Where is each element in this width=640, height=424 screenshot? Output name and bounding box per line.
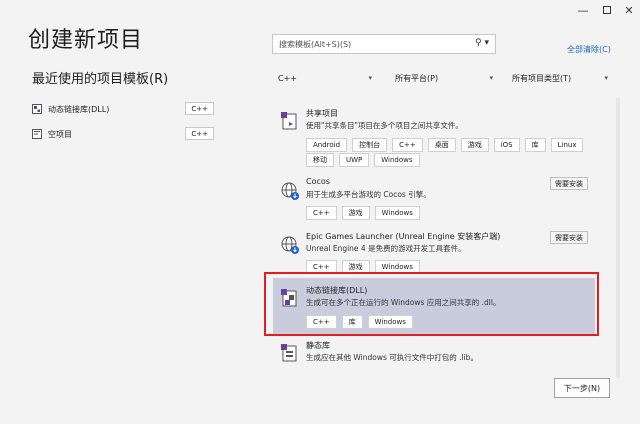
template-name: 静态库 [306,341,330,350]
tag: 游戏 [460,138,489,152]
clear-all-link[interactable]: 全部清除(C) [567,44,611,55]
next-button[interactable]: 下一步(N) [554,378,610,398]
tag: C++ [306,206,337,220]
template-list-scrollbar[interactable] [616,98,620,378]
template-search-input[interactable]: 搜索模板(Alt+S)(S) ⚲ ▾ [272,34,496,54]
template-description: 生成应在其他 Windows 可执行文件中打包的 .lib。 [306,353,478,362]
recent-item-empty-project[interactable]: 空项目 C++ [32,125,214,143]
recent-item-label: 空项目 [48,129,72,139]
tag: iOS [493,138,520,152]
template-epic-games-launcher[interactable]: Epic Games Launcher (Unreal Engine 安装客户端… [272,231,602,275]
static-library-icon [280,344,300,364]
template-name: 共享项目 [306,109,338,118]
page-title: 创建新项目 [28,28,144,53]
tag: C++ [392,138,423,152]
install-required-badge: 需要安装 [550,177,588,190]
recent-item-dll[interactable]: 动态链接库(DLL) C++ [32,100,214,118]
chevron-down-icon: ▾ [604,74,608,82]
tag: 游戏 [341,206,370,220]
project-type-filter-dropdown[interactable]: 所有项目类型(T) ▾ [509,69,611,87]
tag: Android [306,138,348,152]
minimize-icon: — [577,3,589,17]
minimize-button[interactable]: — [572,0,594,20]
globe-download-icon [280,235,300,255]
dropdown-value: 所有平台(P) [395,73,439,83]
template-description: 用于生成多平台游戏的 Cocos 引擎。 [306,190,431,199]
template-description: Unreal Engine 4 是免费的游戏开发工具套件。 [306,244,466,253]
template-name: Cocos [306,177,330,186]
dropdown-value: 所有项目类型(T) [512,73,572,83]
search-placeholder: 搜索模板(Alt+S)(S) [279,40,352,49]
template-name: Epic Games Launcher (Unreal Engine 安装客户端… [306,232,501,241]
template-description: 使用"共享条目"项目在多个项目之间共享文件。 [306,121,463,130]
tag: Linux [550,138,584,152]
template-cocos[interactable]: Cocos 用于生成多平台游戏的 Cocos 引擎。 需要安装 C++ 游戏 W… [272,177,602,223]
tag: 库 [524,138,546,152]
tag: 桌面 [427,138,456,152]
annotation-highlight-box [264,272,599,336]
dll-icon [32,104,42,114]
tag: UWP [339,153,370,167]
install-required-badge: 需要安装 [550,231,588,244]
tag: 控制台 [352,138,388,152]
chevron-down-icon: ▾ [368,74,372,82]
close-icon: ✕ [624,3,634,17]
tag: Windows [374,153,420,167]
maximize-button[interactable] [596,0,618,20]
language-badge: C++ [185,127,214,140]
language-filter-dropdown[interactable]: C++ ▾ [275,69,375,87]
recent-item-label: 动态链接库(DLL) [48,104,110,114]
tag: Windows [374,206,420,220]
close-button[interactable]: ✕ [618,0,640,20]
empty-project-icon [32,129,42,139]
platform-filter-dropdown[interactable]: 所有平台(P) ▾ [392,69,496,87]
shared-project-icon [280,112,300,132]
language-badge: C++ [185,102,214,115]
tag: 移动 [306,153,334,167]
maximize-icon [603,6,611,14]
search-icon[interactable]: ⚲ ▾ [475,38,489,48]
template-static-library[interactable]: 静态库 生成应在其他 Windows 可执行文件中打包的 .lib。 [272,340,602,370]
chevron-down-icon: ▾ [489,74,493,82]
dropdown-value: C++ [278,73,297,83]
recent-templates-heading: 最近使用的项目模板(R) [32,72,169,87]
globe-download-icon [280,181,300,201]
template-shared-project[interactable]: 共享项目 使用"共享条目"项目在多个项目之间共享文件。 Android 控制台 … [272,108,602,168]
